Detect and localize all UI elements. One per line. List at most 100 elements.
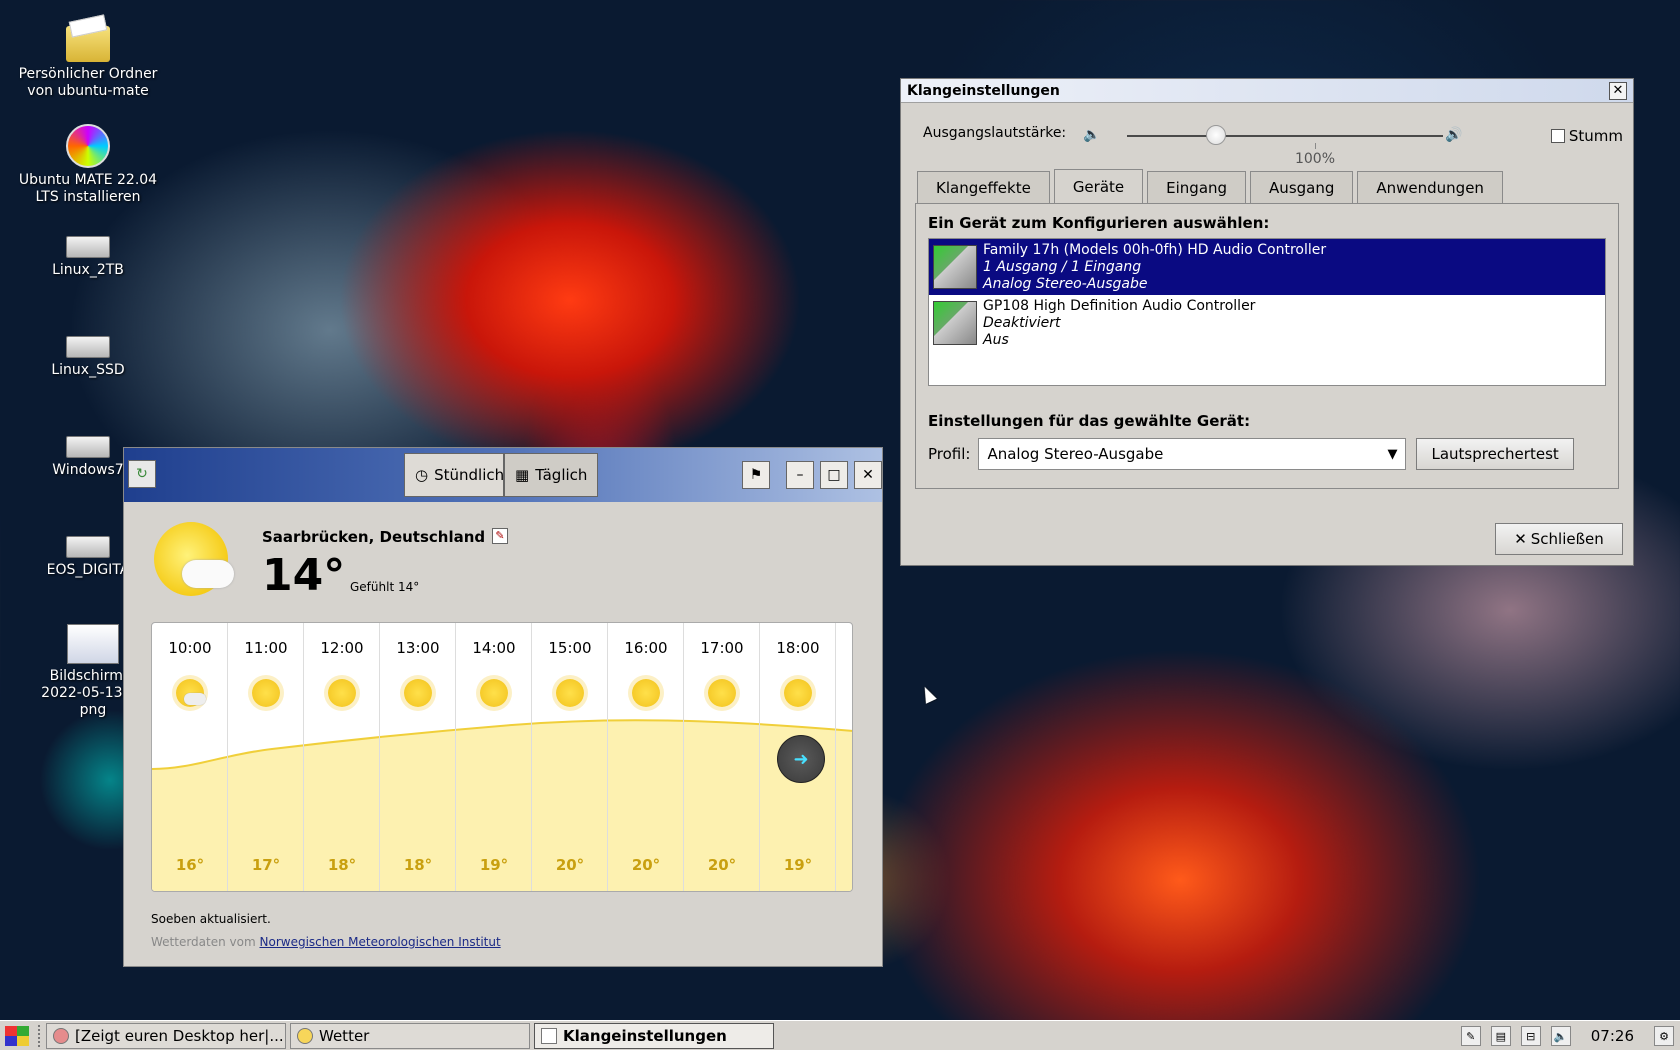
window-title: Klangeinstellungen: [907, 82, 1060, 99]
desktop-icon-installer[interactable]: Ubuntu MATE 22.04 LTS installieren: [18, 124, 158, 206]
tab-anwendungen[interactable]: Anwendungen: [1357, 171, 1503, 203]
sound-tabs: Klangeffekte Geräte Eingang Ausgang Anwe…: [917, 169, 1507, 203]
close-button[interactable]: ✕ Schließen: [1495, 523, 1623, 555]
maximize-button[interactable]: □: [820, 461, 848, 489]
clock[interactable]: 07:26: [1591, 1027, 1634, 1045]
volume-slider-knob[interactable]: [1206, 125, 1227, 145]
volume-row: Ausgangslautstärke: 🔈 100% 🔊 Stumm: [923, 119, 1623, 167]
task-label: Wetter: [319, 1026, 370, 1045]
forecast-hour-column: 17:00 20°: [684, 623, 760, 891]
sound-titlebar[interactable]: Klangeinstellungen ✕: [901, 79, 1633, 103]
panel-grip[interactable]: [38, 1024, 42, 1047]
updates-icon[interactable]: ⚙: [1654, 1026, 1674, 1046]
desktop-icon-label: Persönlicher Ordner von ubuntu-mate: [18, 66, 158, 99]
profile-label: Profil:: [928, 445, 971, 463]
forecast-hour-time: 14:00: [472, 639, 516, 657]
notes-icon[interactable]: ✎: [1460, 1026, 1481, 1046]
tab-ausgang[interactable]: Ausgang: [1250, 171, 1354, 203]
desktop-icon-home-folder[interactable]: Persönlicher Ordner von ubuntu-mate: [18, 26, 158, 100]
sun-icon: [708, 679, 736, 707]
hourly-button[interactable]: ◷ Stündlich: [404, 453, 504, 497]
profile-value: Analog Stereo-Ausgabe: [987, 445, 1164, 463]
taskbar: [Zeigt euren Desktop her|... Wetter Klan…: [0, 1020, 1680, 1050]
forecast-hour-column: 16:00 20°: [608, 623, 684, 891]
menu-button[interactable]: [0, 1022, 34, 1050]
sun-icon: [480, 679, 508, 707]
current-temperature: 14°: [262, 550, 346, 601]
tab-geraete[interactable]: Geräte: [1053, 169, 1144, 203]
sound-settings-icon: [541, 1027, 557, 1044]
forecast-hour-column: 15:00 20°: [532, 623, 608, 891]
forecast-hour-temp: 18°: [327, 856, 357, 874]
device-name: GP108 High Definition Audio Controller: [983, 298, 1256, 314]
mute-toggle[interactable]: Stumm: [1550, 127, 1623, 145]
taskbar-task-sound[interactable]: Klangeinstellungen: [534, 1022, 774, 1049]
sun-icon: [252, 679, 280, 707]
forecast-hour-temp: 16°: [175, 856, 205, 874]
desktop-icon-label: Linux_2TB: [52, 262, 124, 278]
close-icon: ✕: [862, 467, 874, 483]
install-disc-icon: [66, 124, 110, 168]
speaker-low-icon: 🔈: [1083, 127, 1101, 143]
weather-headerbar[interactable]: ↻ ◷ Stündlich ▦ Täglich ⚑ – □ ✕: [124, 448, 882, 502]
system-tray: ✎ ▤ ⊟ 🔈 07:26 ⚙: [1460, 1021, 1680, 1050]
speaker-test-button[interactable]: Lautsprechertest: [1416, 438, 1574, 470]
sound-card-icon: [933, 301, 977, 345]
forecast-hour-time: 16:00: [624, 639, 668, 657]
refresh-icon[interactable]: ↻: [128, 460, 156, 488]
forecast-hour-column: 11:00 17°: [228, 623, 304, 891]
hourly-forecast[interactable]: 10:00 16° 11:00 17° 12:00 18° 13:00 18° 14:00 19°…: [151, 622, 853, 892]
mouse-cursor: [919, 684, 937, 704]
taskbar-task-browser[interactable]: [Zeigt euren Desktop her|...: [46, 1022, 286, 1049]
close-window-button[interactable]: ✕: [1609, 81, 1627, 100]
current-weather-cloud-icon: [182, 560, 234, 588]
tab-klangeffekte[interactable]: Klangeffekte: [917, 171, 1050, 203]
mute-checkbox[interactable]: [1550, 129, 1565, 143]
close-window-button[interactable]: ✕: [854, 461, 882, 489]
tab-eingang[interactable]: Eingang: [1147, 171, 1247, 203]
forecast-hour-temp: 20°: [555, 856, 585, 874]
places-icon: ⚑: [749, 467, 763, 483]
forecast-hour-time: 17:00: [700, 639, 744, 657]
credit-prefix: Wetterdaten vom: [151, 935, 256, 949]
daily-label: Täglich: [535, 466, 588, 484]
network-icon[interactable]: ▤: [1490, 1026, 1511, 1046]
desktop-icon-linux-2tb[interactable]: Linux_2TB: [18, 236, 158, 279]
sun-icon: [784, 679, 812, 707]
minimize-button[interactable]: –: [786, 461, 814, 489]
daily-button[interactable]: ▦ Täglich: [504, 453, 599, 497]
feels-like: Gefühlt 14°: [350, 580, 420, 594]
device-profile: Analog Stereo-Ausgabe: [983, 276, 1148, 292]
device-name: Family 17h (Models 00h-0fh) HD Audio Con…: [983, 242, 1327, 258]
folder-icon: [66, 26, 110, 62]
places-button[interactable]: ⚑: [742, 461, 770, 489]
minimize-icon: –: [796, 467, 804, 483]
taskbar-task-weather[interactable]: Wetter: [290, 1022, 530, 1049]
edit-location-icon[interactable]: ✎: [492, 528, 508, 544]
device-row-gp108[interactable]: GP108 High Definition Audio Controller D…: [929, 295, 1605, 351]
forecast-hour-column: 13:00 18°: [380, 623, 456, 891]
forecast-hour-temp: 19°: [479, 856, 509, 874]
sound-card-icon: [933, 245, 977, 289]
sun-icon: [328, 679, 356, 707]
desktop-icon-label: Linux_SSD: [51, 362, 125, 378]
drive-tray-icon[interactable]: ⊟: [1520, 1026, 1541, 1046]
met-institute-link[interactable]: Norwegischen Meteorologischen Institut: [260, 935, 501, 949]
forecast-hour-temp: 20°: [707, 856, 737, 874]
forecast-mode-toggle: ◷ Stündlich ▦ Täglich: [404, 453, 599, 497]
cloud-icon: [184, 693, 206, 705]
next-hours-button[interactable]: ➜: [777, 735, 825, 783]
device-row-family17h[interactable]: Family 17h (Models 00h-0fh) HD Audio Con…: [929, 239, 1605, 295]
arrow-right-icon: ➜: [793, 748, 809, 770]
forecast-hour-time: 12:00: [320, 639, 364, 657]
desktop-icon-linux-ssd[interactable]: Linux_SSD: [18, 336, 158, 379]
forecast-hour-time: 11:00: [244, 639, 288, 657]
profile-row: Profil: Analog Stereo-Ausgabe ▼ Lautspre…: [928, 438, 1606, 470]
device-list: Family 17h (Models 00h-0fh) HD Audio Con…: [928, 238, 1606, 386]
data-credit: Wetterdaten vom Norwegischen Meteorologi…: [151, 935, 501, 949]
volume-slider-track[interactable]: [1127, 135, 1443, 137]
profile-select[interactable]: Analog Stereo-Ausgabe ▼: [978, 438, 1407, 470]
task-label: [Zeigt euren Desktop her|...: [75, 1026, 284, 1045]
volume-icon[interactable]: 🔈: [1550, 1026, 1571, 1046]
browser-icon: [53, 1027, 69, 1044]
